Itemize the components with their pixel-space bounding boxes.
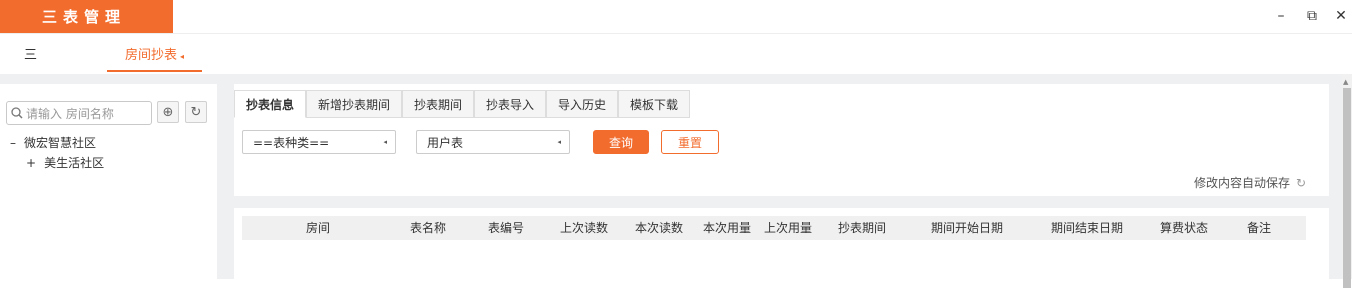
column-header: 表名称	[409, 221, 446, 235]
filter-panel: 抄表信息 新增抄表期间 抄表期间 抄表导入 导入历史 模板下载 ==表种类== …	[234, 84, 1329, 196]
column-header: 房间	[305, 221, 330, 235]
table-kind-select[interactable]: 用户表 ◂	[416, 130, 570, 154]
refresh-icon: ↻	[190, 104, 202, 120]
expand-icon[interactable]: +	[26, 156, 36, 170]
search-placeholder: 请输入 房间名称	[26, 106, 114, 121]
column-header: 期间结束日期	[1050, 221, 1123, 235]
zoom-icon: ⊕	[162, 104, 174, 120]
search-icon	[11, 107, 23, 119]
query-button[interactable]: 查询	[593, 130, 649, 154]
collapse-icon[interactable]: –	[10, 136, 16, 150]
nav-tab-ledger[interactable]: 三表台账◂	[24, 40, 37, 189]
sidebar: 请输入 房间名称 ⊕ ↻ – 微宏智慧社区 + 美生活社区	[0, 84, 217, 279]
restore-icon[interactable]: ⧉	[1303, 8, 1321, 24]
vertical-scrollbar[interactable]: ▲	[1342, 74, 1352, 288]
header-divider	[0, 33, 1352, 34]
zoom-button[interactable]: ⊕	[157, 101, 179, 123]
meter-type-select[interactable]: ==表种类== ◂	[242, 130, 396, 154]
tree-node-weihong[interactable]: – 微宏智慧社区	[10, 134, 96, 151]
minimize-icon[interactable]: –	[1272, 8, 1290, 24]
reset-button[interactable]: 重置	[661, 130, 719, 154]
refresh-button[interactable]: ↻	[185, 101, 207, 123]
caret-icon: ◂	[557, 138, 561, 146]
tree-node-label: 美生活社区	[44, 156, 105, 170]
reading-table: 房间 表名称 表编号 上次读数 本次读数 本次用量 上次用量 抄表期间 期间开始…	[234, 208, 1329, 279]
tree-node-label: 微宏智慧社区	[24, 136, 97, 150]
nav-tab-label: 房间抄表	[125, 48, 178, 63]
tab-reading-import[interactable]: 抄表导入	[474, 90, 546, 118]
column-header: 上次用量	[763, 221, 812, 235]
meter-type-value: ==表种类==	[253, 135, 330, 150]
column-header: 算费状态	[1159, 221, 1208, 235]
table-kind-value: 用户表	[427, 135, 464, 150]
table-header: 房间 表名称 表编号 上次读数 本次读数 本次用量 上次用量 抄表期间 期间开始…	[242, 216, 1306, 240]
refresh-icon[interactable]: ↻	[1296, 176, 1306, 190]
tab-reading-info[interactable]: 抄表信息	[234, 90, 306, 118]
column-header: 期间开始日期	[930, 221, 1003, 235]
autosave-status: 修改内容自动保存 ↻	[1194, 174, 1306, 191]
tab-import-history[interactable]: 导入历史	[546, 90, 618, 118]
column-header: 抄表期间	[837, 221, 886, 235]
tree-node-meishenghuo[interactable]: + 美生活社区	[26, 154, 104, 171]
tab-add-period[interactable]: 新增抄表期间	[306, 90, 402, 118]
app-title: 三表管理	[0, 0, 173, 33]
scroll-up-icon[interactable]: ▲	[1343, 78, 1348, 86]
scrollbar-thumb[interactable]	[1343, 88, 1351, 288]
nav-tab-room-reading[interactable]: 房间抄表 ◂	[107, 40, 202, 72]
column-header: 表编号	[487, 221, 524, 235]
column-header: 上次读数	[559, 221, 608, 235]
tab-arrow-icon: ◂	[180, 52, 185, 61]
caret-icon: ◂	[383, 138, 387, 146]
column-header: 备注	[1246, 221, 1271, 235]
tab-reading-period[interactable]: 抄表期间	[402, 90, 474, 118]
autosave-text: 修改内容自动保存	[1194, 176, 1291, 190]
close-icon[interactable]: ✕	[1332, 8, 1350, 24]
tab-template-download[interactable]: 模板下载	[618, 90, 690, 118]
search-input[interactable]: 请输入 房间名称	[6, 101, 152, 125]
